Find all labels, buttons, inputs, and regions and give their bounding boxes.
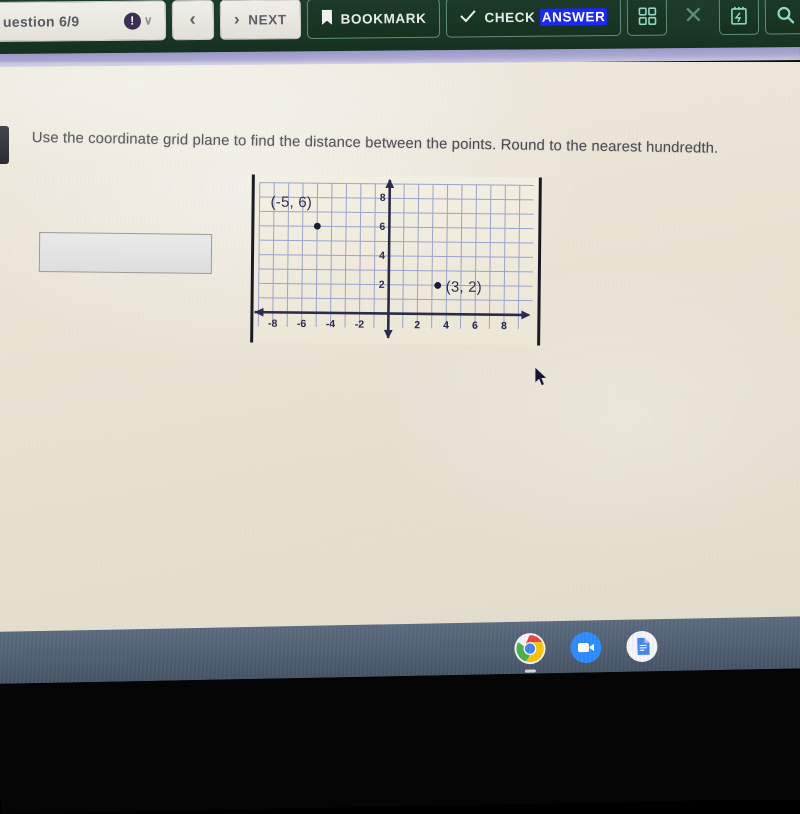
point-label-2: (3, 2) bbox=[445, 278, 483, 296]
previous-question-button[interactable]: ‹ bbox=[171, 0, 215, 41]
question-counter-label: uestion 6/9 bbox=[2, 13, 80, 30]
active-app-indicator bbox=[524, 669, 536, 673]
screen-bottom-bezel bbox=[0, 668, 800, 814]
next-button-label: NEXT bbox=[248, 11, 287, 28]
side-panel-handle[interactable] bbox=[0, 126, 9, 164]
chevron-down-icon[interactable]: ∨ bbox=[144, 13, 153, 27]
bookmark-icon bbox=[321, 9, 333, 28]
svg-text:8: 8 bbox=[380, 192, 386, 204]
svg-text:8: 8 bbox=[501, 320, 507, 332]
chrome-icon[interactable] bbox=[514, 632, 547, 673]
close-button[interactable]: ✕ bbox=[673, 0, 713, 35]
close-icon: ✕ bbox=[683, 1, 704, 29]
selected-text: ANSWER bbox=[539, 7, 608, 26]
data-point bbox=[434, 282, 442, 289]
mouse-pointer bbox=[534, 366, 550, 393]
question-counter-tab[interactable]: uestion 6/9 ! ∨ bbox=[0, 0, 167, 43]
svg-text:4: 4 bbox=[443, 319, 449, 331]
coordinate-grid-figure: -8 -6 -4 -2 2 4 6 8 2 4 6 8 (-5, 6) (3, … bbox=[250, 174, 542, 346]
chevron-left-icon: ‹ bbox=[189, 9, 197, 31]
check-icon bbox=[460, 9, 477, 25]
svg-text:-8: -8 bbox=[268, 318, 278, 330]
svg-text:2: 2 bbox=[414, 319, 420, 331]
svg-text:-6: -6 bbox=[297, 318, 307, 330]
bookmark-button-label: BOOKMARK bbox=[340, 10, 427, 27]
google-docs-icon[interactable] bbox=[626, 630, 659, 663]
zoom-video-icon[interactable] bbox=[570, 631, 603, 664]
chevron-right-icon: › bbox=[233, 9, 241, 29]
next-question-button[interactable]: › NEXT bbox=[219, 0, 301, 40]
chromebook-screen: uestion 6/9 ! ∨ ‹ › NEXT BOOKMARK CHECK … bbox=[0, 0, 800, 814]
point-label-1: (-5, 6) bbox=[270, 193, 313, 212]
svg-text:6: 6 bbox=[472, 320, 478, 332]
svg-text:4: 4 bbox=[379, 250, 385, 262]
exclamation-icon: ! bbox=[123, 12, 141, 30]
check-answer-button[interactable]: CHECK ANSWER bbox=[446, 0, 622, 38]
svg-text:-2: -2 bbox=[355, 319, 365, 331]
answer-input[interactable] bbox=[38, 231, 213, 275]
notepad-button[interactable] bbox=[719, 0, 760, 36]
svg-text:-4: -4 bbox=[326, 318, 336, 330]
search-button[interactable] bbox=[765, 0, 800, 35]
grid-view-button[interactable] bbox=[627, 0, 668, 36]
svg-text:2: 2 bbox=[379, 279, 385, 291]
bookmark-button[interactable]: BOOKMARK bbox=[306, 0, 441, 39]
data-point bbox=[313, 222, 321, 230]
check-answer-label: CHECK ANSWER bbox=[484, 7, 608, 26]
svg-text:6: 6 bbox=[379, 221, 385, 233]
